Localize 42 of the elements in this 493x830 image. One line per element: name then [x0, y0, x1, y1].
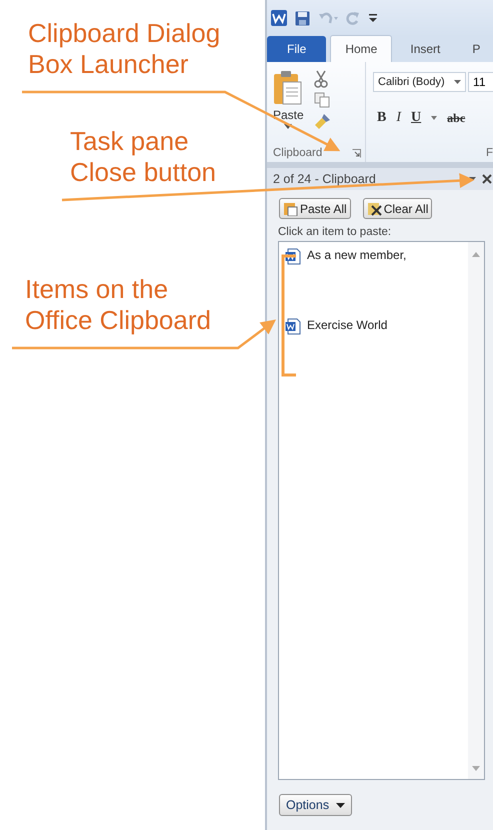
clipboard-icon	[283, 201, 298, 216]
dropdown-arrow-icon[interactable]	[431, 116, 438, 120]
ribbon-tab[interactable]: Insert	[396, 36, 454, 62]
copy-icon[interactable]	[314, 92, 330, 108]
ribbon-tab[interactable]: Home	[330, 35, 392, 62]
clipboard-icon	[273, 70, 304, 106]
scroll-down-icon[interactable]	[472, 766, 480, 771]
font-size-field[interactable]: 11	[468, 72, 493, 92]
font-name-field[interactable]: Calibri (Body)	[373, 72, 466, 92]
format-button[interactable]: I	[396, 110, 402, 126]
callout-label: Clipboard Dialog Box Launcher	[28, 18, 220, 80]
pane-prompt: Click an item to paste:	[277, 225, 392, 240]
format-button[interactable]: abc	[447, 110, 466, 126]
paste-button[interactable]: Paste	[273, 66, 304, 144]
format-button[interactable]: B	[377, 110, 386, 126]
pane-menu-icon[interactable]	[469, 177, 476, 181]
word-logo-icon	[271, 10, 287, 26]
caret-icon	[336, 802, 346, 808]
dialog-launcher-icon[interactable]	[352, 148, 361, 158]
clear-icon	[366, 201, 382, 216]
pane-button[interactable]: Clear All	[362, 198, 432, 219]
ribbon-tab[interactable]: P	[458, 36, 493, 62]
format-button[interactable]: U	[411, 110, 422, 126]
clipboard-item[interactable]: Exercise World	[285, 318, 468, 335]
customize-menu-icon[interactable]	[368, 11, 378, 25]
close-icon[interactable]	[482, 174, 492, 184]
callout-label: Task pane Close button	[70, 126, 216, 188]
ribbon-tab[interactable]: File	[267, 36, 326, 62]
paintbrush-icon[interactable]	[314, 112, 332, 130]
group-label: F	[486, 147, 493, 159]
scroll-up-icon[interactable]	[472, 252, 480, 257]
pane-button[interactable]: Paste All	[279, 198, 351, 219]
caret-icon	[454, 80, 462, 84]
group-label: Clipboard	[273, 147, 322, 159]
document-icon	[285, 318, 301, 335]
caret-icon	[284, 124, 292, 129]
scissors-icon[interactable]	[314, 70, 328, 88]
clipboard-item[interactable]: As a new member,	[285, 248, 468, 265]
pane-title: 2 of 24 - Clipboard	[273, 172, 376, 186]
options-button[interactable]: Options	[279, 794, 352, 816]
callout-label: Items on the Office Clipboard	[25, 274, 211, 336]
save-icon[interactable]	[295, 10, 310, 26]
